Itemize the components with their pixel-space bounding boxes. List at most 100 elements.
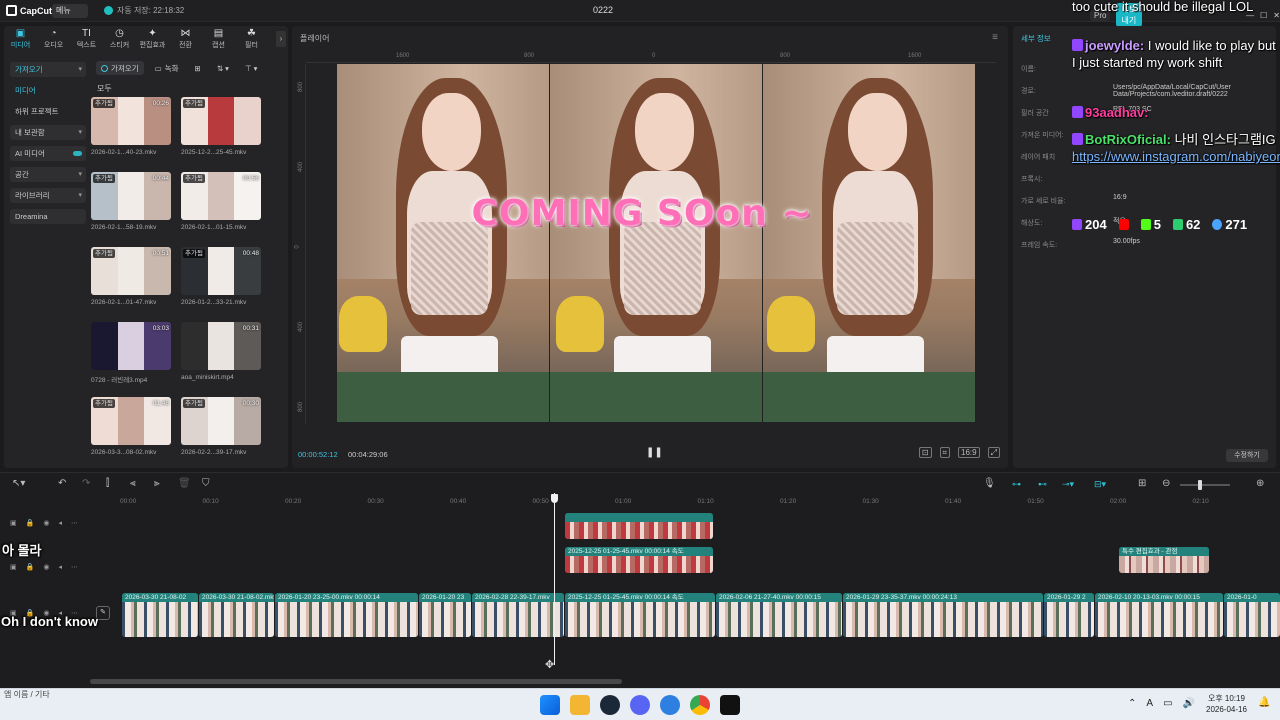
- menu-icon[interactable]: ≡: [992, 32, 998, 43]
- eye-icon[interactable]: ◉: [43, 519, 49, 527]
- modify-button[interactable]: 수정하기: [1226, 449, 1268, 462]
- zoom-slider-handle[interactable]: [1198, 480, 1202, 490]
- ai-toggle[interactable]: [73, 151, 82, 156]
- discord-icon[interactable]: [630, 695, 650, 715]
- timeline-scrollbar[interactable]: [90, 679, 622, 684]
- media-item[interactable]: 추가됨 00:30 2026-02-2...39-17.mkv: [181, 397, 261, 456]
- track-toggle-icon[interactable]: ▣: [10, 563, 17, 571]
- sort-icon[interactable]: ⇅ ▾: [212, 61, 234, 75]
- split-left-icon[interactable]: ⫷: [130, 478, 136, 489]
- language-indicator[interactable]: A: [1146, 698, 1153, 709]
- media-item[interactable]: 추가됨 00:26 2026-02-1...40-23.mkv: [91, 97, 171, 156]
- timeline-clip[interactable]: 2026-01-20 23: [419, 593, 471, 637]
- media-item[interactable]: 추가됨 2025-12-2...25-45.mkv: [181, 97, 261, 156]
- tool-tab-6[interactable]: ▤ 캡션: [202, 26, 235, 52]
- tool-tab-7[interactable]: ☘ 필터: [235, 26, 268, 52]
- audio-icon[interactable]: ◂: [58, 563, 62, 571]
- timeline-clip[interactable]: 2026-01-29 2: [1044, 593, 1094, 637]
- timeline-clip[interactable]: 2025-12-25 01-25-45.mkv 00:00:14 속도: [565, 593, 715, 637]
- volume-icon[interactable]: 🔊: [1183, 698, 1195, 709]
- preview-canvas[interactable]: COMING SOon ~: [337, 64, 975, 422]
- tool-tab-1[interactable]: ◔ 오디오: [37, 26, 70, 52]
- link-clips-icon[interactable]: ⊶: [1012, 479, 1021, 490]
- eye-icon[interactable]: ◉: [43, 563, 49, 571]
- timeline-clip[interactable]: 2026-01-0: [1224, 593, 1280, 637]
- media-thumbnail[interactable]: 추가됨: [181, 97, 261, 145]
- capcut-icon[interactable]: [720, 695, 740, 715]
- zoom-in-icon[interactable]: ⊕: [1256, 478, 1264, 489]
- timeline-clip[interactable]: 특수 편집효과 - 관점: [1119, 547, 1209, 573]
- media-item[interactable]: 추가됨 00:56 2026-02-1...01-15.mkv: [181, 172, 261, 231]
- timeline-clip[interactable]: [565, 513, 713, 539]
- sidenav-item-3[interactable]: 내 보관함 ▾: [10, 125, 86, 140]
- media-thumbnail[interactable]: 추가됨 00:30: [181, 397, 261, 445]
- pause-icon[interactable]: ❚❚: [646, 447, 663, 458]
- chevron-up-icon[interactable]: ⌃: [1128, 698, 1136, 709]
- shield-icon[interactable]: ⛉: [202, 478, 210, 489]
- sidenav-item-6[interactable]: 라이브러리 ▾: [10, 188, 86, 203]
- split-right-icon[interactable]: ⫸: [154, 478, 160, 489]
- sidenav-item-4[interactable]: AI 미디어: [10, 146, 86, 161]
- tool-tab-4[interactable]: ✦ 편집효과: [136, 26, 169, 52]
- delete-icon[interactable]: 🗑: [178, 478, 191, 489]
- playhead[interactable]: [554, 493, 555, 665]
- preview-axis-icon[interactable]: ⊟▾: [1094, 479, 1106, 490]
- chrome-icon[interactable]: [690, 695, 710, 715]
- timeline-clip[interactable]: 2026-02-10 20-13-03.mkv 00:00:15: [1095, 593, 1223, 637]
- media-thumbnail[interactable]: 추가됨 00:26: [91, 97, 171, 145]
- redo-icon[interactable]: ↷: [82, 478, 90, 489]
- media-thumbnail[interactable]: 추가됨 00:56: [181, 172, 261, 220]
- timeline-clip[interactable]: 2026-01-29 23-35-37.mkv 00:00:24:13: [843, 593, 1043, 637]
- tool-tab-2[interactable]: TI 텍스트: [70, 26, 103, 52]
- playhead-handle[interactable]: [551, 494, 558, 503]
- crop-icon[interactable]: ⌗: [939, 447, 951, 458]
- track-toggle-icon[interactable]: ▣: [10, 519, 17, 527]
- sidenav-item-0[interactable]: 가져오기 ▾: [10, 62, 86, 77]
- media-thumbnail[interactable]: 추가됨 00:48: [181, 247, 261, 295]
- timeline-clip[interactable]: 2026-01-20 23-25-00.mkv 00:00:14: [275, 593, 418, 637]
- taskbar-clock[interactable]: 오후 10:19 2026-04-16: [1206, 693, 1247, 715]
- undo-icon[interactable]: ↶: [58, 478, 66, 489]
- layout-icon[interactable]: ⊡: [918, 447, 932, 458]
- media-thumbnail[interactable]: 00:31: [181, 322, 261, 370]
- split-icon[interactable]: ⫿: [106, 478, 109, 489]
- filter-icon[interactable]: ⊤ ▾: [240, 61, 262, 75]
- select-tool-icon[interactable]: ↖▾: [12, 478, 25, 489]
- microphone-icon[interactable]: 🎙: [983, 478, 996, 489]
- aspect-ratio-icon[interactable]: 16:9: [958, 447, 980, 458]
- folder-icon[interactable]: [570, 695, 590, 715]
- media-thumbnail[interactable]: 추가됨 01:48: [91, 397, 171, 445]
- tool-tab-3[interactable]: ◷ 스티커: [103, 26, 136, 52]
- more-icon[interactable]: ⋯: [71, 519, 78, 527]
- media-item[interactable]: 추가됨 00:51 2026-02-1...01-47.mkv: [91, 247, 171, 306]
- timeline-clip[interactable]: 2026-03-30 21-08-02.mkv: [199, 593, 274, 637]
- fullscreen-icon[interactable]: ⤢: [987, 447, 1000, 458]
- zoom-slider[interactable]: [1180, 484, 1230, 486]
- timeline-clip[interactable]: 2026-03-30 21-08-02: [122, 593, 198, 637]
- pen-icon[interactable]: ✎: [96, 606, 110, 620]
- sidenav-item-1[interactable]: 미디어: [10, 83, 86, 98]
- more-icon[interactable]: ⋯: [71, 563, 78, 571]
- media-thumbnail[interactable]: 추가됨 00:44: [91, 172, 171, 220]
- steam-icon[interactable]: [600, 695, 620, 715]
- tool-tab-0[interactable]: ▣ 미디어: [4, 26, 37, 52]
- snap-icon[interactable]: ⊸▾: [1062, 479, 1074, 490]
- sidenav-item-5[interactable]: 공간 ▾: [10, 167, 86, 182]
- media-item[interactable]: 추가됨 01:48 2026-03-3...08-02.mkv: [91, 397, 171, 456]
- import-button[interactable]: 가져오기: [96, 61, 144, 75]
- media-thumbnail[interactable]: 추가됨 00:51: [91, 247, 171, 295]
- grid-view-icon[interactable]: ⊞: [190, 61, 206, 75]
- magnet-icon[interactable]: ⊷: [1038, 479, 1047, 490]
- media-item[interactable]: 03:03 0728 - 러빈레3.mp4: [91, 322, 171, 384]
- chat-link[interactable]: https://www.instagram.com/nabiyeon: [1072, 149, 1280, 164]
- record-button[interactable]: ▭ 녹화: [150, 61, 184, 75]
- zoom-out-icon[interactable]: ⊖: [1162, 478, 1170, 489]
- caption-icon[interactable]: ⊞: [1138, 478, 1146, 489]
- lock-icon[interactable]: 🔒: [26, 563, 35, 571]
- sidenav-item-2[interactable]: 하위 프로젝트: [10, 104, 86, 119]
- browser-icon[interactable]: [660, 695, 680, 715]
- notification-icon[interactable]: 🔔: [1258, 697, 1270, 708]
- media-item[interactable]: 추가됨 00:48 2026-01-2...33-21.mkv: [181, 247, 261, 306]
- sidenav-item-7[interactable]: Dreamina: [10, 209, 86, 224]
- media-item[interactable]: 추가됨 00:44 2026-02-1...58-19.mkv: [91, 172, 171, 231]
